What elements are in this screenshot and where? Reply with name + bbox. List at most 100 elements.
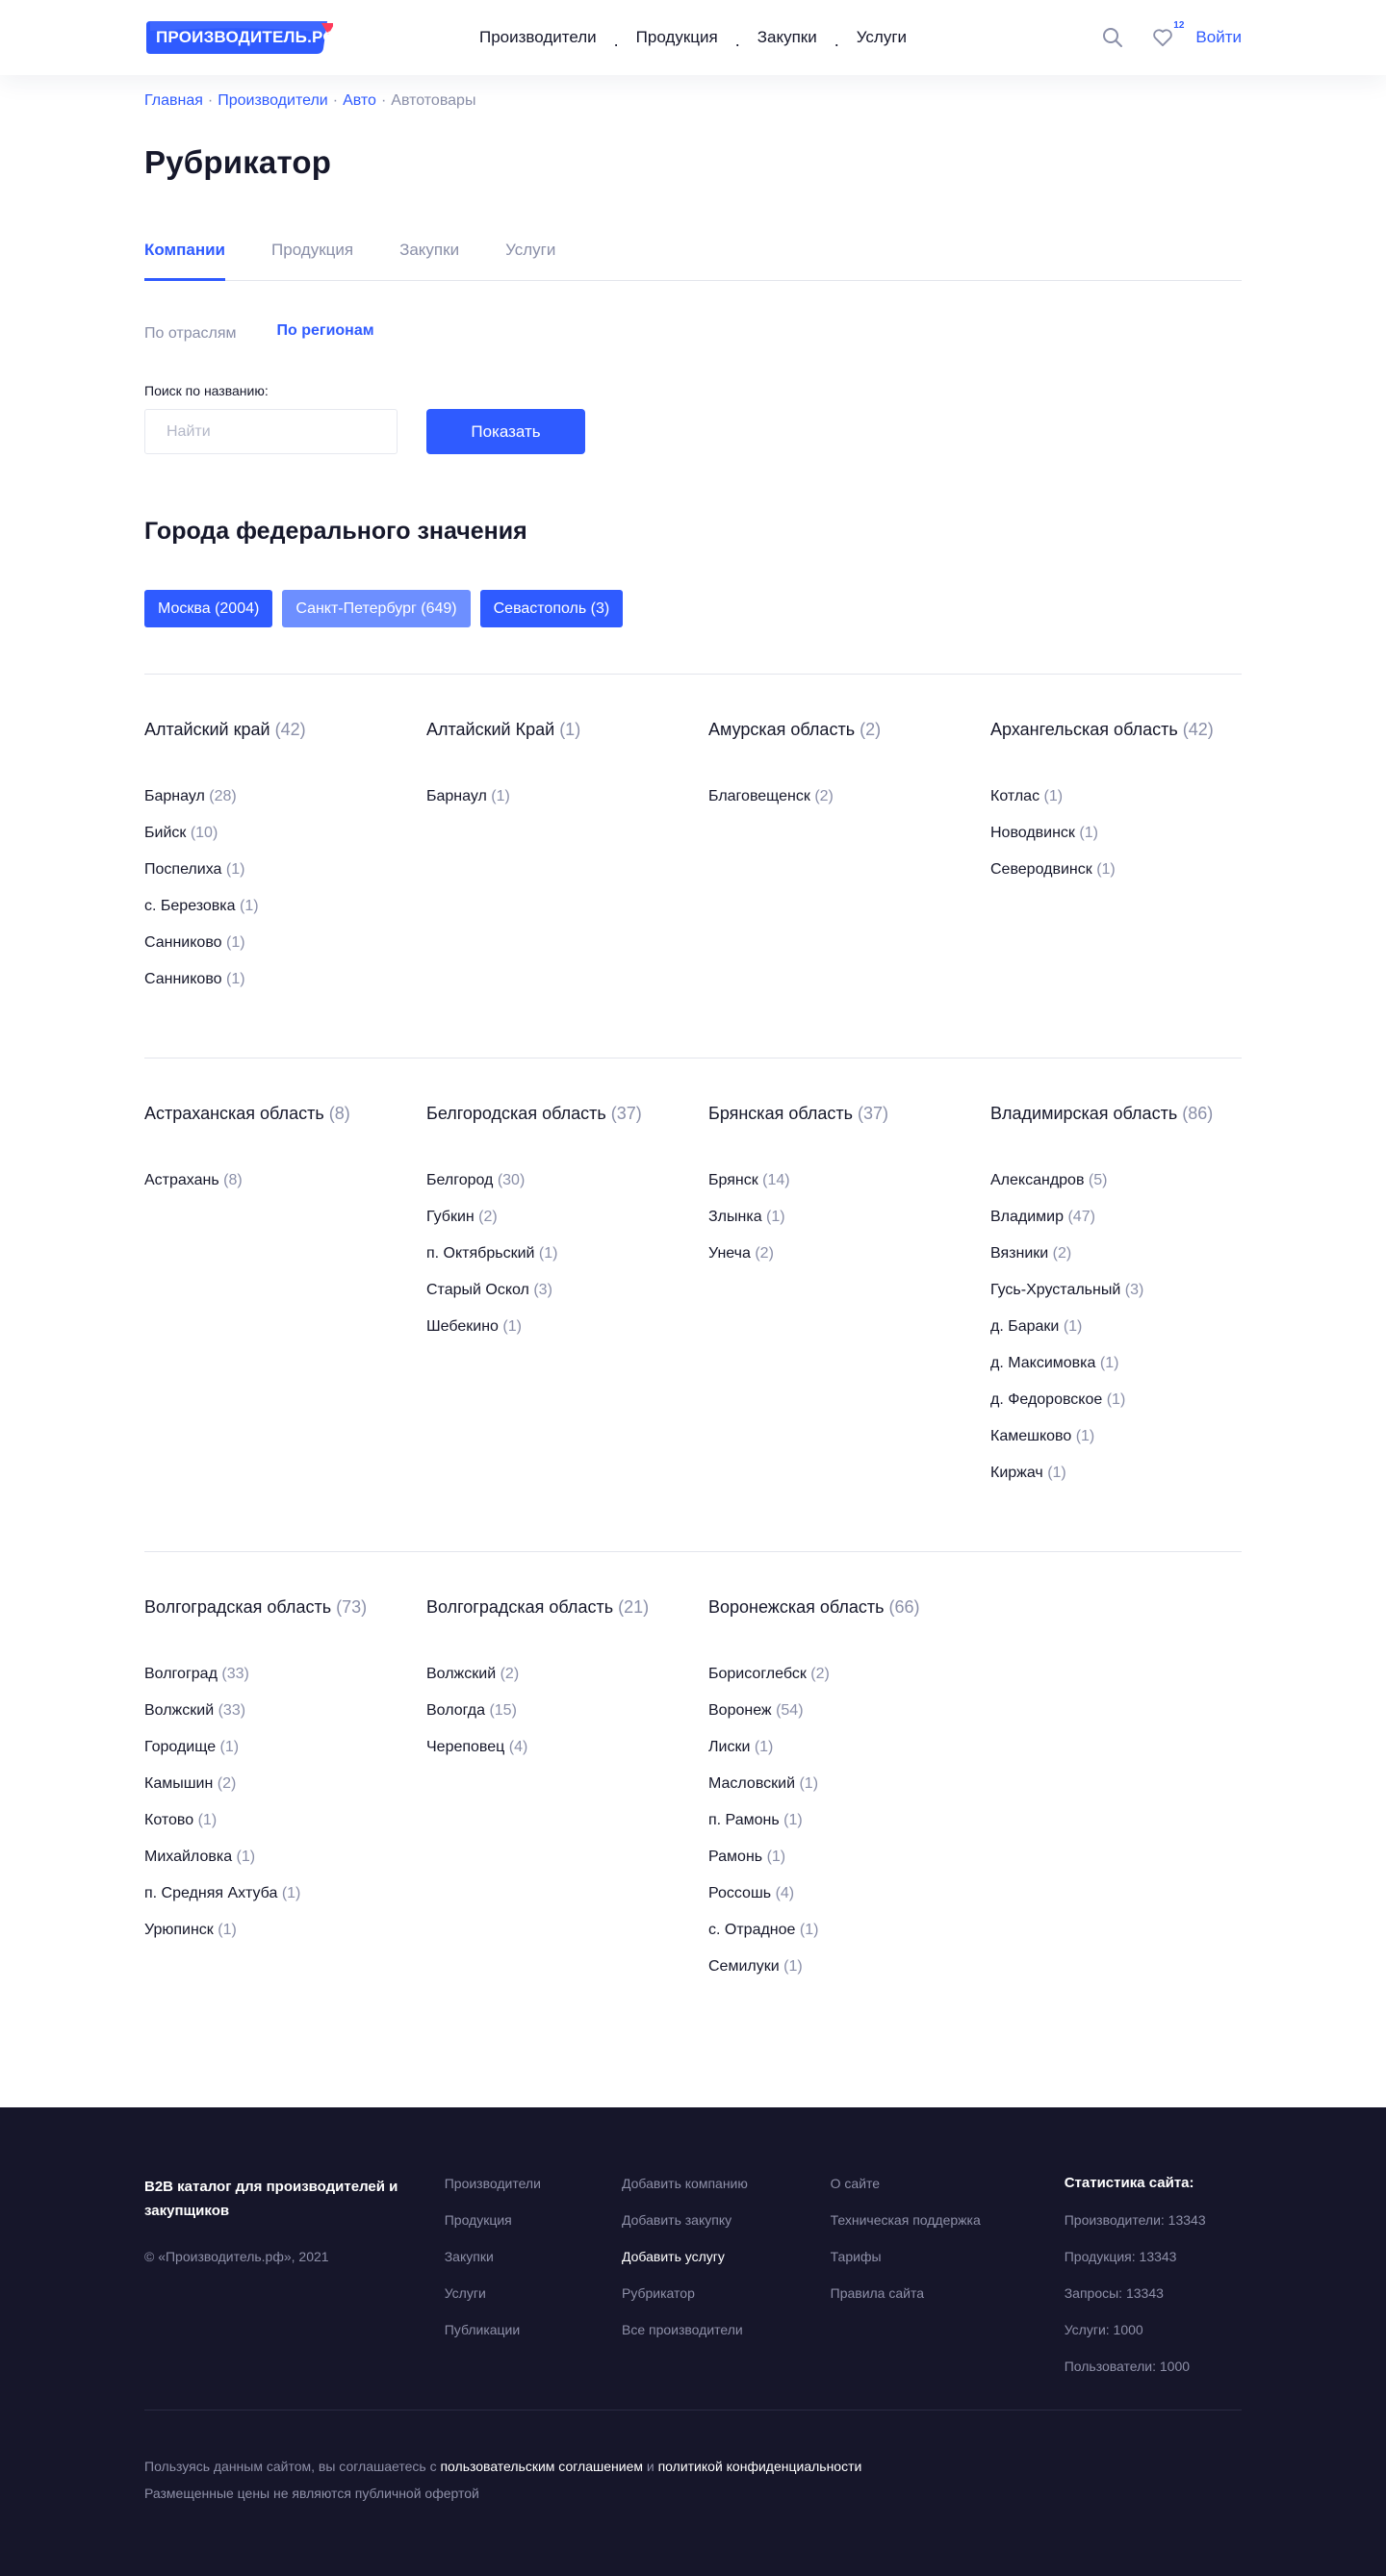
region-title[interactable]: Белгородская область (37) [426, 1104, 708, 1127]
city-link[interactable]: Урюпинск (1) [144, 1922, 426, 1958]
city-link[interactable]: Барнаул (1) [426, 788, 708, 825]
city-link[interactable]: Котово (1) [144, 1812, 426, 1849]
city-link[interactable]: Шебекино (1) [426, 1318, 708, 1355]
city-link[interactable]: д. Федоровское (1) [990, 1391, 1242, 1428]
city-link[interactable]: Злынка (1) [708, 1209, 990, 1245]
breadcrumb-home[interactable]: Главная [144, 92, 203, 109]
city-link[interactable]: Михайловка (1) [144, 1849, 426, 1885]
city-link[interactable]: Старый Оскол (3) [426, 1282, 708, 1318]
city-link[interactable]: Воронеж (54) [708, 1702, 990, 1739]
region-title[interactable]: Астраханская область (8) [144, 1104, 426, 1127]
tab-purchases[interactable]: Закупки [399, 237, 459, 280]
city-link[interactable]: Котлас (1) [990, 788, 1242, 825]
footer-link-services[interactable]: Услуги [445, 2284, 622, 2321]
region-title[interactable]: Алтайский край (42) [144, 720, 426, 743]
nav-manufacturers[interactable]: Производители [479, 28, 597, 47]
city-link[interactable]: Бийск (10) [144, 825, 426, 861]
city-link[interactable]: Северодвинск (1) [990, 861, 1242, 898]
city-link[interactable]: Унеча (2) [708, 1245, 990, 1282]
city-link[interactable]: Череповец (4) [426, 1739, 708, 1775]
city-link[interactable]: Новодвинск (1) [990, 825, 1242, 861]
footer-link-rules[interactable]: Правила сайта [831, 2284, 1065, 2321]
city-link[interactable]: Александров (5) [990, 1172, 1242, 1209]
footer-link-about[interactable]: О сайте [831, 2175, 1065, 2211]
login-link[interactable]: Войти [1195, 28, 1242, 47]
subtab-by-region[interactable]: По регионам [277, 322, 374, 344]
city-link[interactable]: Камешково (1) [990, 1428, 1242, 1465]
city-link[interactable]: Белгород (30) [426, 1172, 708, 1209]
show-button[interactable]: Показать [426, 409, 585, 454]
chip-sevastopol[interactable]: Севастополь (3) [479, 590, 624, 627]
city-link[interactable]: Поспелиха (1) [144, 861, 426, 898]
city-link[interactable]: Волгоград (33) [144, 1666, 426, 1702]
city-link[interactable]: Волжский (2) [426, 1666, 708, 1702]
footer-link-support[interactable]: Техническая поддержка [831, 2211, 1065, 2248]
region-title[interactable]: Волгоградская область (73) [144, 1597, 426, 1620]
privacy-policy-link[interactable]: политикой конфиденциальности [658, 2459, 862, 2474]
city-link[interactable]: Барнаул (28) [144, 788, 426, 825]
city-link[interactable]: п. Средняя Ахтуба (1) [144, 1885, 426, 1922]
tab-companies[interactable]: Компании [144, 237, 226, 281]
nav-purchases[interactable]: Закупки [757, 28, 817, 47]
region-title[interactable]: Воронежская область (66) [708, 1597, 990, 1620]
city-link[interactable]: Россошь (4) [708, 1885, 990, 1922]
city-link[interactable]: Гусь-Хрустальный (3) [990, 1282, 1242, 1318]
region-title[interactable]: Владимирская область (86) [990, 1104, 1242, 1127]
city-link[interactable]: Киржач (1) [990, 1465, 1242, 1501]
city-link[interactable]: Санниково (1) [144, 971, 426, 1007]
tab-services[interactable]: Услуги [505, 237, 555, 280]
footer-link-tariffs[interactable]: Тарифы [831, 2248, 1065, 2284]
footer-link-manufacturers[interactable]: Производители [445, 2175, 622, 2211]
city-link[interactable]: с. Березовка (1) [144, 898, 426, 934]
nav-products[interactable]: Продукция [636, 28, 718, 47]
city-link[interactable]: д. Бараки (1) [990, 1318, 1242, 1355]
footer-link-products[interactable]: Продукция [445, 2211, 622, 2248]
region-title[interactable]: Алтайский Край (1) [426, 720, 708, 743]
search-input[interactable] [144, 409, 398, 454]
city-link[interactable]: Благовещенск (2) [708, 788, 990, 825]
region-title[interactable]: Амурская область (2) [708, 720, 990, 743]
city-link[interactable]: Астрахань (8) [144, 1172, 426, 1209]
region-title[interactable]: Волгоградская область (21) [426, 1597, 708, 1620]
nav-services[interactable]: Услуги [857, 28, 907, 47]
city-name: Злынка [708, 1209, 762, 1225]
city-link[interactable]: Масловский (1) [708, 1775, 990, 1812]
city-link[interactable]: Санниково (1) [144, 934, 426, 971]
region-title[interactable]: Брянская область (37) [708, 1104, 990, 1127]
city-link[interactable]: Губкин (2) [426, 1209, 708, 1245]
footer-link-all-manufacturers[interactable]: Все производители [622, 2321, 831, 2358]
city-link[interactable]: Борисоглебск (2) [708, 1666, 990, 1702]
site-logo[interactable]: ПРОИЗВОДИТЕЛЬ.РФ [144, 19, 337, 56]
city-name: Волгоград [144, 1666, 218, 1682]
breadcrumb-manufacturers[interactable]: Производители [218, 92, 328, 109]
footer-link-purchases[interactable]: Закупки [445, 2248, 622, 2284]
city-link[interactable]: Камышин (2) [144, 1775, 426, 1812]
city-link[interactable]: Лиски (1) [708, 1739, 990, 1775]
city-link[interactable]: Семилуки (1) [708, 1958, 990, 1995]
favorites-button[interactable]: 12 [1149, 20, 1184, 51]
city-link[interactable]: Вологда (15) [426, 1702, 708, 1739]
footer-link-add-purchase[interactable]: Добавить закупку [622, 2211, 831, 2248]
footer-link-publications[interactable]: Публикации [445, 2321, 622, 2358]
city-link[interactable]: Брянск (14) [708, 1172, 990, 1209]
city-link[interactable]: Волжский (33) [144, 1702, 426, 1739]
city-link[interactable]: п. Рамонь (1) [708, 1812, 990, 1849]
breadcrumb-auto[interactable]: Авто [343, 92, 376, 109]
footer-link-add-service[interactable]: Добавить услугу [622, 2248, 831, 2284]
footer-link-add-company[interactable]: Добавить компанию [622, 2175, 831, 2211]
city-link[interactable]: п. Октябрьский (1) [426, 1245, 708, 1282]
city-link[interactable]: Вязники (2) [990, 1245, 1242, 1282]
subtab-by-industry[interactable]: По отраслям [144, 325, 237, 346]
chip-saint-petersburg[interactable]: Санкт-Петербург (649) [282, 590, 471, 627]
city-link[interactable]: Городище (1) [144, 1739, 426, 1775]
tab-products[interactable]: Продукция [271, 237, 353, 280]
city-link[interactable]: д. Максимовка (1) [990, 1355, 1242, 1391]
user-agreement-link[interactable]: пользовательским соглашением [440, 2459, 643, 2474]
city-link[interactable]: с. Отрадное (1) [708, 1922, 990, 1958]
region-title[interactable]: Архангельская область (42) [990, 720, 1242, 743]
chip-moscow[interactable]: Москва (2004) [144, 590, 273, 627]
city-link[interactable]: Владимир (47) [990, 1209, 1242, 1245]
city-link[interactable]: Рамонь (1) [708, 1849, 990, 1885]
search-button[interactable] [1099, 24, 1126, 51]
footer-link-rubricator[interactable]: Рубрикатор [622, 2284, 831, 2321]
